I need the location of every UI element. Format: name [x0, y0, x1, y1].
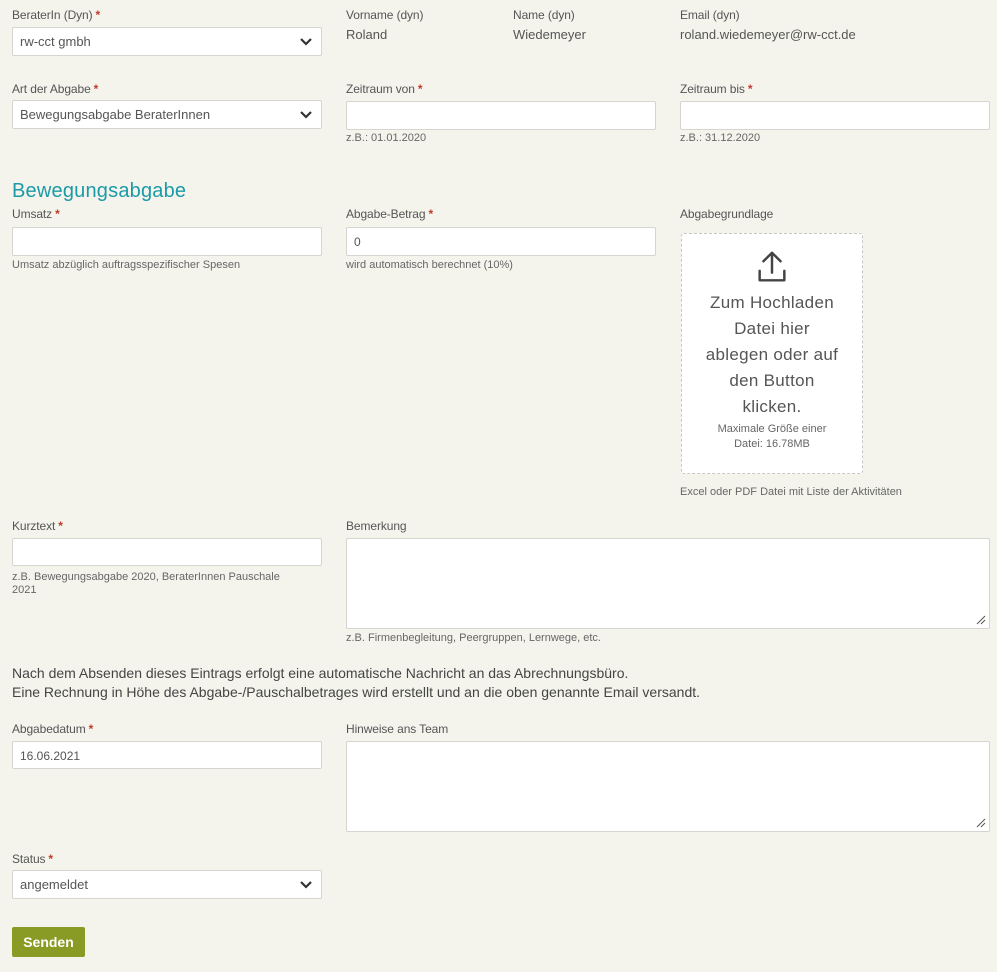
zeitraum-von-input[interactable]	[346, 101, 656, 130]
notice-text: Nach dem Absenden dieses Eintrags erfolg…	[12, 664, 700, 702]
dropzone-size-line: Maximale Größe einer	[717, 423, 827, 435]
zeitraum-von-label: Zeitraum von *	[346, 82, 423, 96]
kurztext-hint: z.B. Bewegungsabgabe 2020, BeraterInnen …	[12, 571, 332, 597]
bemerkung-textarea[interactable]	[346, 538, 990, 629]
upload-icon	[758, 251, 786, 282]
bemerkung-hint: z.B. Firmenbegleitung, Peergruppen, Lern…	[346, 632, 601, 644]
required-marker: *	[417, 82, 423, 96]
notice-line: Eine Rechnung in Höhe des Abgabe-/Pausch…	[12, 684, 701, 700]
vorname-value: Roland	[346, 27, 388, 42]
chevron-down-icon	[300, 881, 312, 889]
umsatz-input[interactable]	[12, 227, 322, 256]
status-label: Status *	[12, 852, 53, 866]
submit-button[interactable]: Senden	[12, 927, 85, 957]
kurztext-hint-line: z.B. Bewegungsabgabe 2020, BeraterInnen …	[12, 571, 280, 583]
status-select[interactable]: angemeldet	[12, 870, 322, 899]
abgabedatum-label: Abgabedatum *	[12, 722, 94, 736]
dropzone-text-line: Zum Hochladen	[710, 293, 834, 312]
chevron-down-icon	[300, 38, 312, 46]
abgabegrundlage-hint: Excel oder PDF Datei mit Liste der Aktiv…	[680, 486, 902, 498]
dropzone-size-line: Datei: 16.78MB	[734, 438, 810, 450]
kurztext-label: Kurztext *	[12, 519, 63, 533]
resize-grip-icon[interactable]	[976, 615, 986, 625]
email-value: roland.wiedemeyer@rw-cct.de	[680, 27, 856, 42]
required-marker: *	[95, 8, 101, 22]
name-label: Name (dyn)	[513, 8, 575, 22]
resize-grip-icon[interactable]	[976, 818, 986, 828]
abgabe-betrag-input[interactable]: 0	[346, 227, 656, 256]
required-marker: *	[58, 519, 63, 533]
required-marker: *	[55, 207, 60, 221]
chevron-down-icon	[300, 111, 312, 119]
umsatz-label: Umsatz *	[12, 207, 60, 221]
dropzone-text-line: klicken.	[742, 397, 802, 416]
required-marker: *	[93, 82, 99, 96]
abgabedatum-input[interactable]: 16.06.2021	[12, 741, 322, 769]
zeitraum-von-hint: z.B.: 01.01.2020	[346, 132, 427, 144]
zeitraum-bis-label: Zeitraum bis *	[680, 82, 753, 96]
zeitraum-bis-input[interactable]	[680, 101, 990, 130]
email-label: Email (dyn)	[680, 8, 740, 22]
status-select-value: angemeldet	[20, 877, 88, 892]
required-marker: *	[428, 207, 434, 221]
dropzone-text-line: ablegen oder auf	[705, 345, 839, 364]
abgabe-betrag-label: Abgabe-Betrag *	[346, 207, 434, 221]
berater-select-value: rw-cct gmbh	[20, 34, 91, 49]
abgabegrundlage-label: Abgabegrundlage	[680, 207, 774, 221]
zeitraum-bis-hint: z.B.: 31.12.2020	[680, 132, 761, 144]
umsatz-hint: Umsatz abzüglich auftragsspezifischer Sp…	[12, 259, 241, 271]
berater-label: BeraterIn (Dyn) *	[12, 8, 101, 22]
art-select-value: Bewegungsabgabe BeraterInnen	[20, 107, 211, 122]
dropzone-text-line: Datei hier	[734, 319, 810, 338]
name-value: Wiedemeyer	[513, 27, 586, 42]
kurztext-input[interactable]	[12, 538, 322, 566]
required-marker: *	[48, 852, 53, 866]
dropzone-text-line: den Button	[729, 371, 815, 390]
required-marker: *	[88, 722, 94, 736]
required-marker: *	[747, 82, 753, 96]
file-dropzone[interactable]: Zum Hochladen Datei hier ablegen oder au…	[681, 233, 863, 474]
art-label: Art der Abgabe *	[12, 82, 99, 96]
hinweise-textarea[interactable]	[346, 741, 990, 832]
bemerkung-label: Bemerkung	[346, 519, 407, 533]
abgabe-betrag-hint: wird automatisch berechnet (10%)	[346, 259, 513, 271]
berater-select[interactable]: rw-cct gmbh	[12, 27, 322, 56]
hinweise-label: Hinweise ans Team	[346, 722, 449, 736]
notice-line: Nach dem Absenden dieses Eintrags erfolg…	[12, 665, 629, 681]
kurztext-hint-line: 2021	[12, 584, 37, 596]
art-select[interactable]: Bewegungsabgabe BeraterInnen	[12, 100, 322, 129]
vorname-label: Vorname (dyn)	[346, 8, 424, 22]
section-title: Bewegungsabgabe	[12, 180, 187, 202]
